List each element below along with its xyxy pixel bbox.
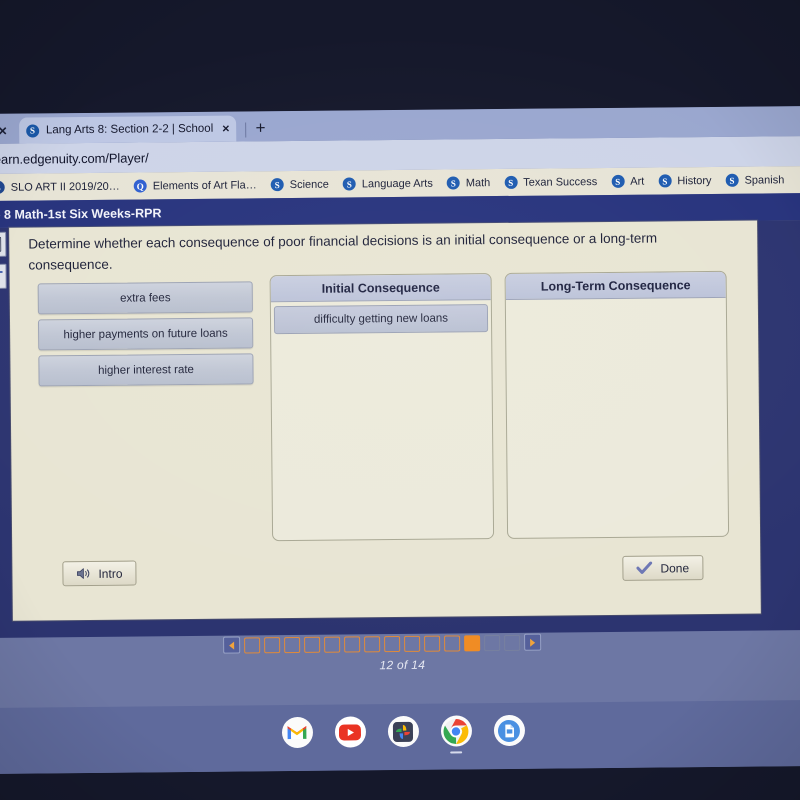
bookmark-item[interactable]: S Art — [604, 174, 651, 188]
bookmark-item[interactable]: S Language Arts — [336, 177, 440, 191]
pagination-step-3[interactable] — [284, 636, 301, 653]
bookmark-item[interactable]: S Texan Success — [497, 175, 604, 189]
calculator-tool-button[interactable] — [0, 231, 7, 257]
pagination-step-4[interactable] — [304, 636, 321, 653]
pagination-step-14[interactable] — [504, 634, 521, 651]
column-body-longterm[interactable] — [506, 298, 726, 308]
window-close-icon[interactable]: × — [0, 123, 19, 144]
bookmark-label: SLO ART II 2019/20… — [10, 180, 120, 194]
bookmark-favicon: S — [0, 180, 5, 194]
bookmark-label: Elements of Art Fla… — [152, 178, 257, 192]
bookmark-favicon: S — [446, 176, 460, 190]
bookmark-label: Language Arts — [361, 177, 433, 190]
done-button-label: Done — [660, 560, 690, 575]
activity-area: x Determine whether each consequence of … — [0, 220, 800, 672]
google-slides-icon[interactable] — [493, 714, 525, 747]
bookmark-label: Math — [465, 176, 491, 189]
bookmark-item[interactable]: S Math — [440, 176, 498, 190]
chevron-right-icon — [530, 638, 536, 647]
pagination-step-8[interactable] — [384, 635, 401, 652]
bookmark-favicon: S — [658, 174, 672, 188]
browser-tab[interactable]: S Lang Arts 8: Section 2-2 | School × — [18, 115, 237, 144]
bookmark-item[interactable]: S History — [651, 174, 718, 188]
question-text: Determine whether each consequence of po… — [28, 230, 658, 273]
pagination-step-6[interactable] — [344, 635, 361, 653]
pagination-step-5[interactable] — [324, 636, 341, 653]
bookmark-label: Spanish — [744, 173, 785, 187]
draggable-tile[interactable]: higher payments on future loans — [37, 317, 254, 351]
pagination-step-12[interactable] — [464, 634, 481, 651]
bookmark-label: History — [677, 174, 712, 187]
intro-button-label: Intro — [98, 566, 123, 581]
pagination-step-9[interactable] — [404, 635, 421, 652]
gmail-icon[interactable] — [281, 716, 313, 749]
course-title: ade 8 Math-1st Six Weeks-RPR — [0, 205, 162, 222]
chromebook-screen: × S Lang Arts 8: Section 2-2 | School × … — [0, 106, 800, 774]
column-header-longterm: Long-Term Consequence — [505, 271, 726, 300]
chevron-left-icon — [229, 641, 235, 650]
activity-panel: Determine whether each consequence of po… — [9, 220, 761, 621]
tab-divider — [245, 122, 247, 138]
address-bar-url[interactable]: e.learn.edgenuity.com/Player/ — [0, 150, 149, 167]
pagination-prev-button[interactable] — [223, 636, 241, 654]
bookmark-favicon: Q — [133, 179, 147, 193]
source-tile-list: extra fees higher payments on future loan… — [37, 281, 254, 391]
drop-column-longterm[interactable]: Long-Term Consequence — [504, 270, 730, 539]
column-body-initial[interactable]: difficulty getting new loans — [271, 300, 491, 338]
done-button[interactable]: Done — [622, 555, 704, 581]
bookmark-favicon: S — [342, 177, 356, 191]
tab-title: Lang Arts 8: Section 2-2 | School — [45, 122, 214, 137]
bookmark-label: Texan Success — [523, 175, 598, 189]
calculator-icon — [0, 236, 2, 252]
chrome-icon[interactable] — [440, 715, 472, 747]
bookmark-favicon: S — [725, 173, 739, 187]
pagination-step-11[interactable] — [444, 634, 461, 652]
pagination-controls — [223, 633, 542, 654]
pagination-step-10[interactable] — [424, 635, 441, 652]
bookmark-item[interactable]: S SLO ART II 2019/20… — [0, 180, 127, 194]
new-tab-button[interactable]: + — [255, 118, 265, 141]
pagination-step-7[interactable] — [364, 635, 381, 652]
youtube-icon[interactable] — [334, 716, 366, 748]
tab-close-icon[interactable]: × — [222, 121, 229, 135]
tool-rail: x — [0, 231, 9, 296]
taskbar-shelf — [0, 699, 800, 774]
pagination-step-13[interactable] — [484, 634, 501, 651]
draggable-tile[interactable]: higher interest rate — [38, 353, 254, 387]
bookmark-label: Science — [289, 178, 329, 191]
square-root-icon: x — [0, 270, 3, 284]
page-indicator-label: 12 of 14 — [379, 657, 426, 673]
shelf-app-icons — [0, 712, 800, 751]
bookmark-favicon: S — [611, 174, 625, 188]
speaker-icon — [77, 568, 90, 579]
formula-tool-button[interactable]: x — [0, 263, 7, 289]
bookmark-label: Art — [630, 175, 645, 188]
bookmark-favicon: S — [504, 175, 518, 189]
bookmark-item[interactable]: Q Elements of Art Fla… — [127, 178, 264, 193]
tab-favicon: S — [25, 123, 40, 138]
dropped-tile[interactable]: difficulty getting new loans — [273, 304, 489, 335]
bookmark-item[interactable]: S Science — [264, 178, 336, 192]
draggable-tile[interactable]: extra fees — [37, 281, 253, 315]
pagination-area: 12 of 14 — [0, 623, 800, 701]
column-header-initial: Initial Consequence — [270, 274, 491, 303]
checkmark-icon — [636, 561, 653, 574]
pagination-step-1[interactable] — [244, 636, 261, 653]
pagination-step-2[interactable] — [264, 636, 281, 653]
intro-button[interactable]: Intro — [62, 560, 137, 587]
photo-of-screen: × S Lang Arts 8: Section 2-2 | School × … — [0, 0, 800, 800]
bookmark-item[interactable]: S Spanish — [718, 173, 791, 187]
bookmark-favicon: S — [270, 178, 284, 192]
pagination-next-button[interactable] — [524, 633, 542, 651]
google-photos-icon[interactable] — [387, 715, 419, 748]
drop-column-initial[interactable]: Initial Consequence difficulty getting n… — [269, 273, 495, 542]
